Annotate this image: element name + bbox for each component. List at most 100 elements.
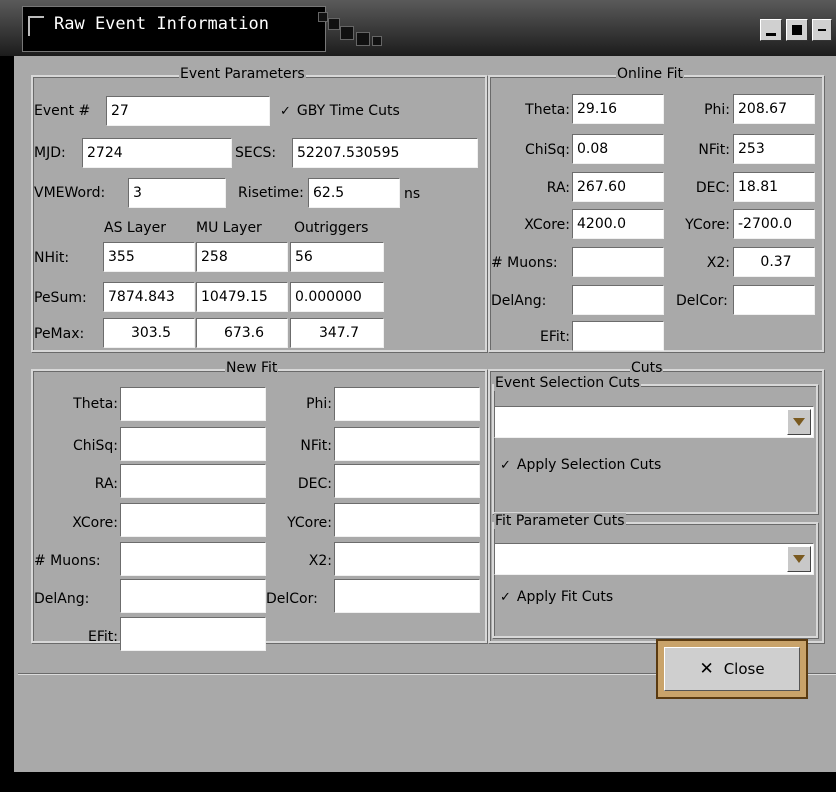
titlebar-decoration	[318, 12, 386, 48]
online-ra-label: RA:	[546, 180, 570, 196]
risetime-field[interactable]: 62.5	[308, 178, 400, 208]
gby-time-cuts-label: GBY Time Cuts	[296, 103, 400, 119]
secs-label: SECS:	[235, 145, 277, 161]
online-phi-field[interactable]: 208.67	[733, 94, 815, 124]
apply-fit-cuts-checkbox[interactable]: ✓ Apply Fit Cuts	[500, 589, 613, 605]
pemax-as-field[interactable]: 303.5	[103, 318, 195, 348]
new-muons-field[interactable]	[120, 542, 266, 576]
minimize-icon	[766, 32, 776, 36]
new-muons-label: # Muons:	[34, 553, 101, 569]
online-ra-field[interactable]: 267.60	[572, 172, 664, 202]
new-delang-label: DelAng:	[34, 591, 90, 607]
fit-parameter-cuts-dropdown[interactable]	[494, 543, 814, 575]
window-title: Raw Event Information	[54, 14, 269, 34]
new-fit-legend: New Fit	[225, 360, 279, 376]
apply-selection-cuts-label: Apply Selection Cuts	[516, 457, 662, 473]
minimize-button[interactable]	[760, 19, 782, 41]
online-fit-legend: Online Fit	[616, 66, 685, 82]
online-delcor-field[interactable]	[733, 285, 815, 315]
column-header-outriggers: Outriggers	[294, 220, 369, 236]
new-x2-label: X2:	[308, 553, 332, 569]
new-delcor-label: DelCor:	[266, 591, 318, 607]
new-ra-field[interactable]	[120, 464, 266, 498]
new-theta-field[interactable]	[120, 387, 266, 421]
new-ra-label: RA:	[94, 476, 118, 492]
new-delcor-field[interactable]	[334, 579, 480, 613]
online-dec-label: DEC:	[695, 180, 730, 196]
new-ycore-label: YCore:	[287, 515, 332, 531]
window-bottom-edge	[0, 772, 836, 792]
pemax-mu-field[interactable]: 673.6	[196, 318, 288, 348]
new-ycore-field[interactable]	[334, 503, 480, 537]
risetime-unit: ns	[404, 186, 421, 202]
column-header-mu-layer: MU Layer	[196, 220, 262, 236]
pemax-label: PeMax:	[34, 326, 85, 342]
new-dec-label: DEC:	[297, 476, 332, 492]
new-phi-label: Phi:	[306, 396, 332, 412]
check-icon: ✓	[280, 104, 291, 119]
close-button[interactable]: ✕ Close	[656, 639, 808, 699]
online-efit-label: EFit:	[540, 329, 570, 345]
close-window-button[interactable]	[812, 19, 832, 41]
new-nfit-label: NFit:	[300, 438, 332, 454]
online-chisq-label: ChiSq:	[524, 142, 570, 158]
new-nfit-field[interactable]	[334, 427, 480, 461]
online-dec-field[interactable]: 18.81	[733, 172, 815, 202]
pemax-outriggers-field[interactable]: 347.7	[290, 318, 384, 348]
event-selection-cuts-group: Event Selection Cuts	[492, 375, 818, 514]
online-efit-field[interactable]	[572, 321, 664, 351]
new-dec-field[interactable]	[334, 464, 480, 498]
mjd-field[interactable]: 2724	[82, 138, 232, 168]
maximize-button[interactable]	[786, 19, 808, 41]
close-icon	[818, 29, 826, 31]
new-theta-label: Theta:	[73, 396, 118, 412]
new-chisq-field[interactable]	[120, 427, 266, 461]
event-selection-cuts-dropdown[interactable]	[494, 406, 814, 438]
column-header-as-layer: AS Layer	[104, 220, 166, 236]
nhit-outriggers-field[interactable]: 56	[290, 242, 384, 272]
new-efit-field[interactable]	[120, 617, 266, 651]
close-button-label: Close	[723, 660, 765, 678]
pesum-mu-field[interactable]: 10479.15	[196, 282, 288, 312]
event-selection-cuts-legend: Event Selection Cuts	[494, 375, 641, 391]
new-xcore-field[interactable]	[120, 503, 266, 537]
online-x2-label: X2:	[706, 255, 730, 271]
window-menu-icon[interactable]	[28, 16, 44, 36]
online-chisq-field[interactable]: 0.08	[572, 134, 664, 164]
new-phi-field[interactable]	[334, 387, 480, 421]
nhit-as-field[interactable]: 355	[103, 242, 195, 272]
online-muons-field[interactable]	[572, 247, 664, 277]
close-button-face[interactable]: ✕ Close	[664, 647, 800, 691]
online-delcor-label: DelCor:	[676, 293, 728, 309]
event-number-label: Event #	[34, 103, 91, 119]
vmeword-field[interactable]: 3	[128, 178, 226, 208]
online-ycore-label: YCore:	[685, 217, 730, 233]
apply-selection-cuts-checkbox[interactable]: ✓ Apply Selection Cuts	[500, 457, 661, 473]
online-xcore-field[interactable]: 4200.0	[572, 209, 664, 239]
new-xcore-label: XCore:	[72, 515, 118, 531]
nhit-mu-field[interactable]: 258	[196, 242, 288, 272]
pesum-outriggers-field[interactable]: 0.000000	[290, 282, 384, 312]
fit-parameter-cuts-legend: Fit Parameter Cuts	[494, 513, 626, 529]
mjd-label: MJD:	[34, 145, 66, 161]
online-muons-label: # Muons:	[491, 255, 558, 271]
online-theta-field[interactable]: 29.16	[572, 94, 664, 124]
online-delang-field[interactable]	[572, 285, 664, 315]
online-xcore-label: XCore:	[524, 217, 570, 233]
dropdown-arrow-icon[interactable]	[787, 409, 811, 435]
new-x2-field[interactable]	[334, 542, 480, 576]
pesum-label: PeSum:	[34, 290, 87, 306]
secs-field[interactable]: 52207.530595	[292, 138, 478, 168]
pesum-as-field[interactable]: 7874.843	[103, 282, 195, 312]
new-delang-field[interactable]	[120, 579, 266, 613]
fit-parameter-cuts-group: Fit Parameter Cuts	[492, 513, 818, 638]
dropdown-arrow-icon[interactable]	[787, 546, 811, 572]
online-nfit-label: NFit:	[698, 142, 730, 158]
online-delang-label: DelAng:	[491, 293, 547, 309]
online-ycore-field[interactable]: -2700.0	[733, 209, 815, 239]
online-x2-field[interactable]: 0.37	[733, 247, 815, 277]
online-nfit-field[interactable]: 253	[733, 134, 815, 164]
gby-time-cuts-checkbox[interactable]: ✓ GBY Time Cuts	[280, 103, 400, 119]
event-number-field[interactable]: 27	[106, 96, 270, 126]
new-efit-label: EFit:	[88, 629, 118, 645]
